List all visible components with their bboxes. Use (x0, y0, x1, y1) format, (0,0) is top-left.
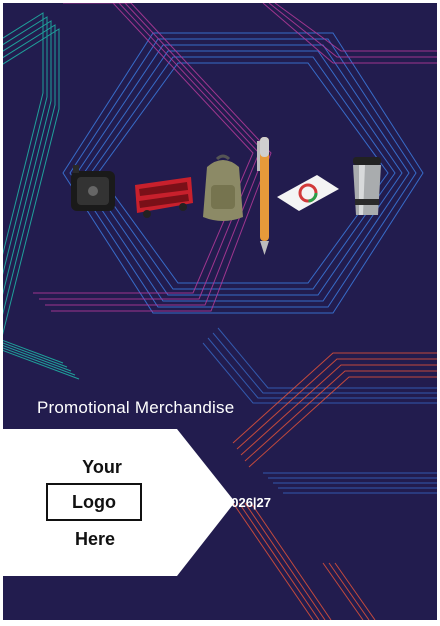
bus-image (135, 177, 193, 218)
travel-mug-image (353, 157, 381, 215)
logo-placeholder-line1: Your (82, 457, 122, 477)
logo-placeholder-line3: Here (74, 529, 116, 549)
backpack-image (203, 154, 243, 221)
travel-adapter-image (71, 165, 115, 211)
pen-image (257, 137, 269, 255)
product-row (3, 123, 437, 263)
catalog-year: 2026|27 (224, 495, 272, 510)
logo-placeholder: Your Logo Here (3, 429, 235, 576)
cover-title: Promotional Merchandise (37, 398, 235, 417)
mousepad-image (277, 175, 339, 211)
brochure-cover: Promotional Merchandise Your Logo Here 2… (3, 3, 437, 620)
logo-placeholder-line2: Logo (72, 491, 116, 512)
logo-placeholder-box: Logo (46, 483, 142, 521)
